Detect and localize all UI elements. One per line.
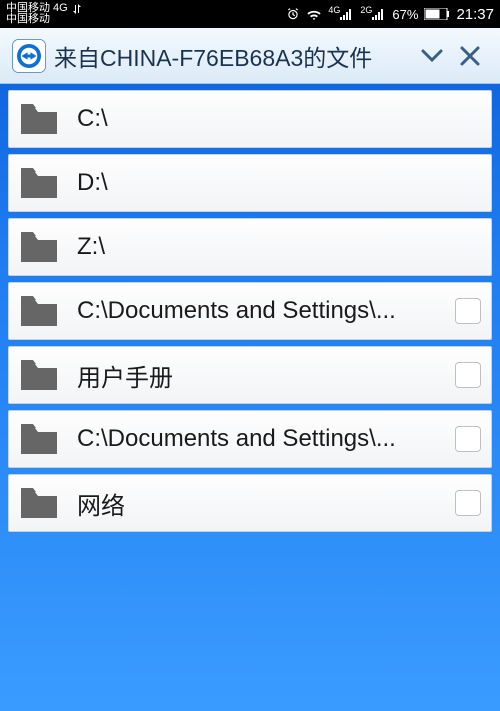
- header-bar: 来自CHINA-F76EB68A3的文件: [0, 28, 500, 84]
- wifi-icon: [306, 8, 322, 20]
- battery-icon: [424, 8, 450, 20]
- carrier-block: 中国移动 4G 中国移动: [6, 3, 82, 25]
- status-bar: 中国移动 4G 中国移动 4G 2G 67% 21:37: [0, 0, 500, 28]
- file-label: C:\: [77, 105, 481, 133]
- list-item[interactable]: 网络: [8, 474, 492, 532]
- carrier-bottom: 中国移动: [6, 14, 82, 25]
- checkbox[interactable]: [455, 490, 481, 516]
- checkbox[interactable]: [455, 362, 481, 388]
- folder-icon: [19, 163, 59, 203]
- clock: 21:37: [456, 6, 494, 23]
- file-label: Z:\: [77, 233, 481, 261]
- file-list: C:\ D:\ Z:\ C:\Documents and Settings\..…: [0, 84, 500, 711]
- list-item[interactable]: D:\: [8, 154, 492, 212]
- folder-icon: [19, 291, 59, 331]
- folder-icon: [19, 355, 59, 395]
- header-title[interactable]: 来自CHINA-F76EB68A3的文件: [54, 39, 414, 73]
- checkbox[interactable]: [455, 298, 481, 324]
- file-label: 用户手册: [77, 358, 447, 393]
- file-label: 网络: [77, 486, 447, 521]
- folder-icon: [19, 419, 59, 459]
- file-label: D:\: [77, 169, 481, 197]
- folder-icon: [19, 227, 59, 267]
- teamviewer-logo-icon: [10, 37, 48, 75]
- chevron-down-icon[interactable]: [420, 44, 444, 68]
- list-item[interactable]: C:\Documents and Settings\...: [8, 282, 492, 340]
- checkbox[interactable]: [455, 426, 481, 452]
- file-label: C:\Documents and Settings\...: [77, 425, 447, 453]
- file-label: C:\Documents and Settings\...: [77, 297, 447, 325]
- signal-1: 4G: [328, 8, 354, 20]
- alarm-icon: [286, 7, 300, 21]
- signal-2: 2G: [360, 8, 386, 20]
- close-button[interactable]: [450, 36, 490, 76]
- list-item[interactable]: C:\Documents and Settings\...: [8, 410, 492, 468]
- folder-icon: [19, 99, 59, 139]
- battery-pct: 67%: [392, 7, 418, 22]
- list-item[interactable]: C:\: [8, 90, 492, 148]
- list-item[interactable]: Z:\: [8, 218, 492, 276]
- folder-icon: [19, 483, 59, 523]
- list-item[interactable]: 用户手册: [8, 346, 492, 404]
- data-transfer-icon: [72, 4, 82, 14]
